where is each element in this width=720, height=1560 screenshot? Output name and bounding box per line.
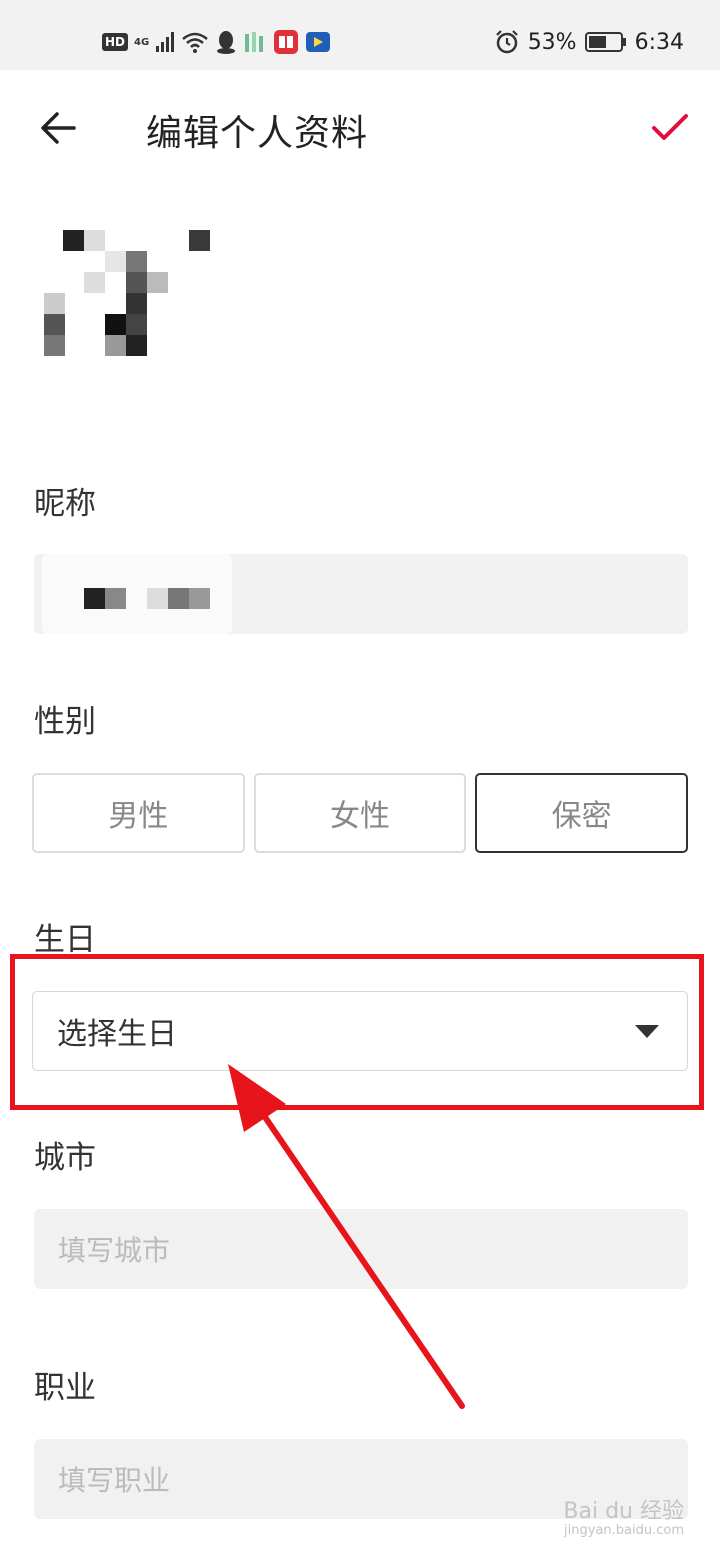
watermark: Bai du 经验 jingyan.baidu.com [563,1499,684,1539]
city-input[interactable]: 填写城市 [34,1209,688,1289]
gender-label: 性别 [34,704,96,740]
gender-selector: 男性 女性 保密 [32,773,689,853]
network-type-label: 4G [134,36,150,48]
hd-icon: HD [102,33,129,51]
signal-icon [156,32,175,52]
job-placeholder: 填写职业 [58,1464,171,1497]
status-bar: HD 4G 53% 6:34 [0,0,720,70]
video-icon [306,32,331,52]
birthday-select[interactable]: 选择生日 [32,991,688,1071]
app-header: 编辑个人资料 [0,70,720,186]
alarm-icon [495,30,518,54]
city-placeholder: 填写城市 [58,1234,171,1267]
gender-option-private[interactable]: 保密 [475,773,689,853]
arrow-left-icon [41,112,76,144]
save-button[interactable] [642,100,698,156]
job-label: 职业 [34,1370,96,1406]
status-right: 53% 6:34 [494,26,684,58]
watermark-brand: Bai du 经验 [563,1499,684,1524]
watermark-url: jingyan.baidu.com [564,1523,684,1539]
battery-icon [584,32,626,52]
reader-icon [274,30,299,54]
battery-percent: 53% [527,29,577,55]
birthday-label: 生日 [34,922,96,958]
gender-option-male[interactable]: 男性 [32,773,245,853]
nickname-field[interactable] [34,554,688,634]
avatar[interactable] [44,218,212,386]
wifi-icon [182,32,208,53]
checkmark-icon [652,114,688,140]
gender-option-female[interactable]: 女性 [253,773,467,853]
page-title: 编辑个人资料 [146,113,369,154]
caret-down-icon [635,1025,659,1038]
back-button[interactable] [32,102,84,154]
nickname-label: 昵称 [34,486,96,522]
app-icon [245,32,264,52]
city-label: 城市 [34,1140,96,1176]
status-left-icons: HD 4G [102,28,331,56]
clock-time: 6:34 [634,29,684,55]
qq-icon [217,31,236,54]
birthday-select-value: 选择生日 [57,1017,177,1052]
